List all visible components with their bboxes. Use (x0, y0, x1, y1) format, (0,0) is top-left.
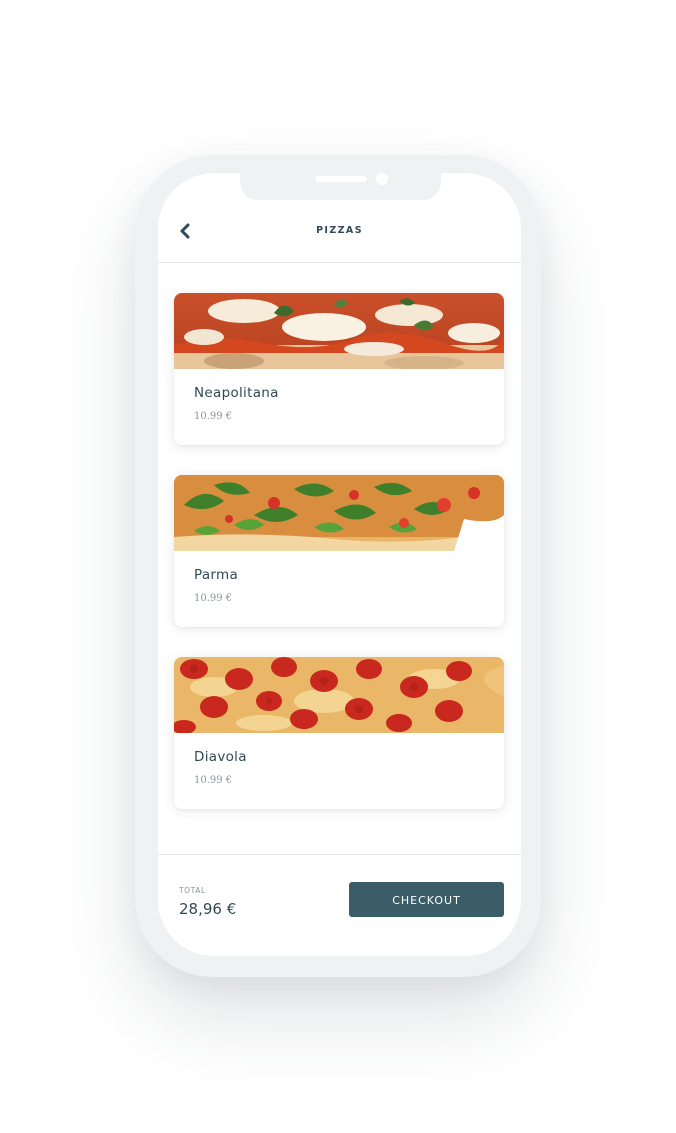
phone-notch (240, 173, 441, 200)
arugula-pizza-photo (174, 475, 504, 551)
product-name: Parma (194, 567, 239, 583)
product-card[interactable]: Neapolitana 10.99 € (174, 293, 504, 445)
margherita-pizza-photo (174, 293, 504, 369)
product-price: 10.99 € (194, 593, 233, 604)
phone-frame: PIZZAS Neapolitana 10.99 € Parma 10.99 €… (135, 155, 541, 977)
page-title: PIZZAS (316, 225, 363, 236)
canvas: PIZZAS Neapolitana 10.99 € Parma 10.99 €… (0, 0, 676, 1133)
back-button[interactable] (172, 218, 198, 244)
chevron-left-icon (180, 223, 190, 239)
speaker-grille (315, 176, 367, 182)
pepperoni-pizza-photo (174, 657, 504, 733)
product-name: Diavola (194, 749, 247, 765)
total-amount: 28,96 € (179, 900, 237, 918)
product-price: 10.99 € (194, 411, 233, 422)
checkout-bar: TOTAL 28,96 € CHECKOUT (158, 854, 521, 956)
product-card[interactable]: Diavola 10.99 € (174, 657, 504, 809)
front-camera (376, 173, 388, 185)
product-list: Neapolitana 10.99 € Parma 10.99 € Diavol… (174, 293, 504, 839)
checkout-button[interactable]: CHECKOUT (349, 882, 504, 917)
phone-screen: PIZZAS Neapolitana 10.99 € Parma 10.99 €… (158, 173, 521, 956)
product-name: Neapolitana (194, 385, 279, 401)
app-header: PIZZAS (158, 203, 521, 263)
total-label: TOTAL (179, 886, 206, 895)
product-card[interactable]: Parma 10.99 € (174, 475, 504, 627)
product-price: 10.99 € (194, 775, 233, 786)
